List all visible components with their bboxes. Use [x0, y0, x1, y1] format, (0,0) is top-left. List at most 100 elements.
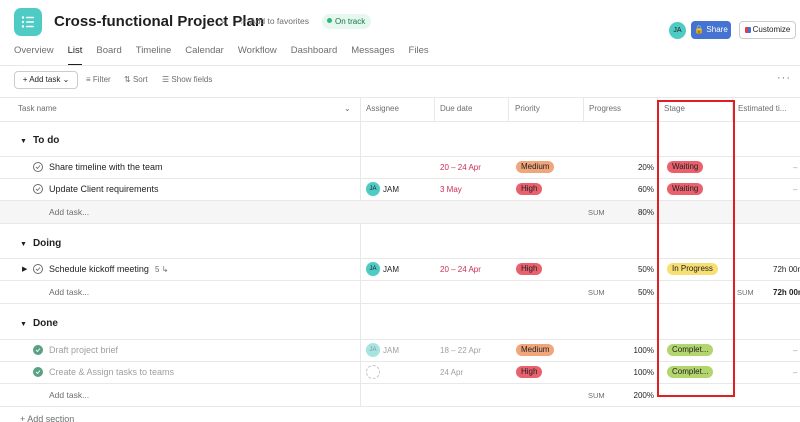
tab-overview[interactable]: Overview	[14, 44, 54, 66]
assignee-name[interactable]: JAM	[383, 185, 399, 194]
column-header-progress[interactable]: Progress	[589, 97, 649, 121]
project-title[interactable]: Cross-functional Project Plan	[54, 13, 264, 30]
avatar[interactable]: JA	[366, 182, 380, 196]
add-task-link[interactable]: Add task...	[49, 390, 89, 400]
priority-badge[interactable]: Medium	[516, 161, 555, 173]
show-fields-label: Show fields	[171, 75, 213, 84]
progress-value[interactable]: 20%	[614, 163, 654, 172]
task-name[interactable]: Draft project brief	[49, 345, 118, 355]
estimated-value[interactable]: –	[793, 346, 797, 355]
column-header-estimated[interactable]: Estimated ti...	[738, 97, 800, 121]
task-name[interactable]: Schedule kickoff meeting	[49, 264, 149, 274]
filter-button[interactable]: ≡ Filter	[86, 75, 111, 84]
tab-files[interactable]: Files	[409, 44, 429, 66]
progress-value[interactable]: 100%	[614, 346, 654, 355]
expand-subtasks-icon[interactable]: ▶	[22, 265, 27, 273]
chevron-down-icon[interactable]: ⌄	[344, 104, 351, 113]
empty-assignee-icon[interactable]	[366, 365, 380, 379]
estimated-sum-label: SUM	[737, 288, 754, 297]
sort-button[interactable]: ⇅ Sort	[124, 75, 148, 84]
avatar[interactable]: JA	[669, 22, 686, 39]
complete-checkbox[interactable]	[33, 162, 43, 172]
add-task-label: Add task	[29, 75, 61, 84]
tab-board[interactable]: Board	[96, 44, 121, 66]
assignee-name[interactable]: JAM	[383, 346, 399, 355]
avatar[interactable]: JA	[366, 262, 380, 276]
complete-checkbox[interactable]	[33, 184, 43, 194]
collapse-triangle-icon[interactable]: ▼	[20, 138, 27, 145]
column-divider	[434, 97, 435, 121]
share-button[interactable]: 🔒 Share	[691, 21, 731, 39]
add-section-button[interactable]: + Add section	[20, 414, 74, 422]
section-header-done[interactable]: ▼ Done	[20, 318, 58, 329]
collapse-triangle-icon[interactable]: ▼	[20, 241, 27, 248]
priority-badge[interactable]: Medium	[516, 344, 555, 356]
show-fields-button[interactable]: ☰ Show fields	[162, 75, 212, 84]
column-header-task-name[interactable]: Task name	[18, 97, 338, 121]
section-header-doing[interactable]: ▼ Doing	[20, 238, 61, 249]
estimated-value[interactable]: –	[793, 368, 797, 377]
column-header-priority[interactable]: Priority	[515, 97, 575, 121]
plus-icon: +	[22, 75, 28, 84]
due-date[interactable]: 20 – 24 Apr	[440, 163, 481, 172]
add-task-button[interactable]: + Add task ⌄	[14, 71, 78, 89]
fields-icon: ☰	[162, 75, 170, 84]
tab-list[interactable]: List	[67, 44, 83, 66]
tab-messages[interactable]: Messages	[351, 44, 394, 66]
customize-icon	[744, 27, 751, 33]
task-name[interactable]: Create & Assign tasks to teams	[49, 367, 174, 377]
customize-button[interactable]: Customize	[739, 21, 796, 39]
priority-badge[interactable]: High	[516, 263, 543, 275]
sum-label: SUM	[588, 391, 605, 400]
sort-icon: ⇅	[124, 75, 131, 84]
priority-badge[interactable]: High	[516, 183, 543, 195]
estimated-value[interactable]: 72h 00m	[773, 265, 800, 274]
progress-value[interactable]: 100%	[614, 368, 654, 377]
tab-calendar[interactable]: Calendar	[185, 44, 224, 66]
status-badge[interactable]: On track	[322, 14, 372, 29]
assignee-name[interactable]: JAM	[383, 265, 399, 274]
task-name[interactable]: Share timeline with the team	[49, 162, 163, 172]
add-to-favorites-button[interactable]: ☆ Add to favorites	[239, 16, 309, 27]
stage-column-highlight	[657, 100, 735, 397]
due-date[interactable]: 24 Apr	[440, 368, 463, 377]
avatar[interactable]: JA	[366, 343, 380, 357]
estimated-value[interactable]: –	[793, 185, 797, 194]
status-label: On track	[335, 17, 366, 26]
section-label: To do	[32, 135, 60, 146]
column-header-assignee[interactable]: Assignee	[366, 97, 426, 121]
task-name[interactable]: Update Client requirements	[49, 184, 159, 194]
add-task-link[interactable]: Add task...	[49, 287, 89, 297]
completed-checkbox[interactable]	[33, 345, 43, 355]
column-header-due-date[interactable]: Due date	[440, 97, 500, 121]
subtask-count-value: 5	[155, 265, 160, 274]
due-date[interactable]: 3 May	[440, 185, 462, 194]
sort-label: Sort	[132, 75, 148, 84]
due-date[interactable]: 18 – 22 Apr	[440, 346, 481, 355]
tab-timeline[interactable]: Timeline	[136, 44, 172, 66]
collapse-triangle-icon[interactable]: ▼	[20, 321, 27, 328]
section-header-todo[interactable]: ▼ To do	[20, 135, 59, 146]
completed-checkbox[interactable]	[33, 367, 43, 377]
estimated-value[interactable]: –	[793, 163, 797, 172]
project-list-icon[interactable]	[14, 8, 42, 36]
project-header: Cross-functional Project Plan ⌄ ☆ Add to …	[0, 0, 800, 66]
column-divider	[583, 97, 584, 121]
subtask-icon: ↳	[161, 265, 169, 274]
add-task-link[interactable]: Add task...	[49, 207, 89, 217]
tab-dashboard[interactable]: Dashboard	[291, 44, 337, 66]
add-section-label: Add section	[27, 414, 75, 422]
tab-workflow[interactable]: Workflow	[238, 44, 277, 66]
more-options-icon[interactable]: ···	[777, 72, 791, 84]
complete-checkbox[interactable]	[33, 264, 43, 274]
star-icon: ☆	[239, 16, 248, 27]
sum-value: 80%	[637, 208, 654, 217]
due-date[interactable]: 20 – 24 Apr	[440, 265, 481, 274]
chevron-down-icon[interactable]: ⌄	[219, 15, 227, 26]
filter-icon: ≡	[86, 75, 91, 84]
progress-value[interactable]: 50%	[614, 265, 654, 274]
subtask-count[interactable]: 5 ↳	[155, 265, 168, 274]
share-label: Share	[706, 25, 728, 34]
priority-badge[interactable]: High	[516, 366, 543, 378]
progress-value[interactable]: 60%	[614, 185, 654, 194]
